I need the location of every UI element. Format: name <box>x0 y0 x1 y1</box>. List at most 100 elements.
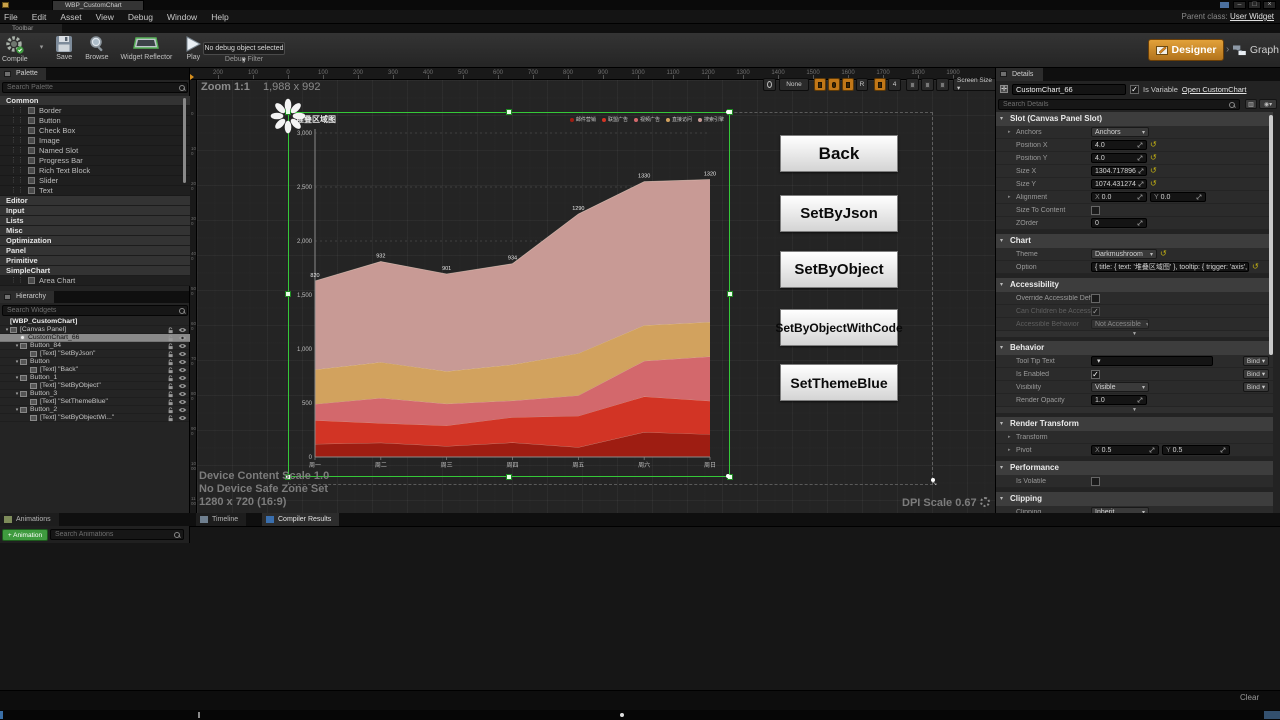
menu-help[interactable]: Help <box>211 12 228 22</box>
palette-item-image[interactable]: ⋮⋮Image <box>0 136 190 146</box>
revert-to-default-icon[interactable]: ↺ <box>1160 250 1167 258</box>
palette-section-common[interactable]: Common <box>0 96 190 106</box>
browse-button[interactable]: Browse <box>85 35 108 61</box>
lock-icon[interactable] <box>168 343 174 350</box>
eye-icon[interactable] <box>178 407 187 413</box>
palette-section-optimization[interactable]: Optimization <box>0 236 190 246</box>
palette-item-rich-text-block[interactable]: ⋮⋮Rich Text Block <box>0 166 190 176</box>
revert-to-default-icon[interactable]: ↺ <box>1150 180 1157 188</box>
hierarchy-row--text-back-[interactable]: [Text] "Back" <box>0 366 190 374</box>
hierarchy-row-button-84[interactable]: ▾Button_84 <box>0 342 190 350</box>
menu-file[interactable]: File <box>4 12 18 22</box>
palette-item-progress-bar[interactable]: ⋮⋮Progress Bar <box>0 156 190 166</box>
taskbar-item[interactable] <box>620 713 624 717</box>
eye-icon[interactable] <box>178 359 187 365</box>
animations-search-input[interactable] <box>50 529 184 540</box>
hierarchy-row--wbp-customchart-[interactable]: [WBP_CustomChart] <box>0 318 190 326</box>
canvas-button-back[interactable]: Back <box>780 135 898 172</box>
open-customchart-link[interactable]: Open CustomChart <box>1182 85 1247 94</box>
lock-icon[interactable] <box>168 359 174 366</box>
designer-mode-button[interactable]: Designer <box>1148 39 1224 61</box>
section-header[interactable]: Render Transform <box>996 417 1273 431</box>
spin-handle-icon[interactable] <box>1137 397 1143 403</box>
designer-canvas[interactable]: 2001000100200300400500600700800900100011… <box>190 68 995 513</box>
value-field[interactable]: Y0.0 <box>1150 192 1206 202</box>
expand-arrow-icon[interactable]: ▸ <box>1008 129 1011 135</box>
eye-icon[interactable] <box>178 351 187 357</box>
lock-icon[interactable] <box>168 415 174 422</box>
checkbox[interactable] <box>1091 294 1100 303</box>
palette-section-simplechart[interactable]: SimpleChart <box>0 266 190 276</box>
palette-search-input[interactable] <box>2 82 188 93</box>
details-tab[interactable]: Details <box>996 68 1043 81</box>
lock-icon[interactable] <box>168 335 174 342</box>
hierarchy-row-customchart-66[interactable]: CustomChart_66 <box>0 334 190 342</box>
section-header[interactable]: Slot (Canvas Panel Slot) <box>996 112 1273 126</box>
spin-handle-icon[interactable] <box>1137 220 1143 226</box>
canvas-button-setbyobjectwithcode[interactable]: SetByObjectWithCode <box>780 309 898 346</box>
value-field[interactable]: ▾ <box>1091 356 1213 366</box>
parent-class-link[interactable]: User Widget <box>1230 12 1274 21</box>
spin-handle-icon[interactable] <box>1137 142 1143 148</box>
palette-section-primitive[interactable]: Primitive <box>0 256 190 266</box>
debug-object-dropdown[interactable]: No debug object selected ▾ <box>203 42 285 55</box>
palette-item-text[interactable]: ⋮⋮Text <box>0 186 190 196</box>
canvas-button-setthemeblue[interactable]: SetThemeBlue <box>780 364 898 401</box>
value-field[interactable]: X0.0 <box>1091 192 1147 202</box>
minimize-button[interactable]: – <box>1233 1 1246 9</box>
menu-debug[interactable]: Debug <box>128 12 153 22</box>
hierarchy-row--text-setbyjson-[interactable]: [Text] "SetByJson" <box>0 350 190 358</box>
section-header[interactable]: Accessibility <box>996 278 1273 292</box>
value-field[interactable]: Darkmushroom▾ <box>1091 249 1157 259</box>
eye-icon[interactable] <box>178 335 187 341</box>
palette-item-border[interactable]: ⋮⋮Border <box>0 106 190 116</box>
lock-icon[interactable] <box>168 327 174 334</box>
checkbox[interactable] <box>1091 477 1100 486</box>
hierarchy-search-input[interactable] <box>2 305 188 316</box>
lock-icon[interactable] <box>168 391 174 398</box>
hierarchy-row-button[interactable]: ▾Button <box>0 358 190 366</box>
expand-arrow-icon[interactable]: ▸ <box>1008 447 1011 453</box>
spin-handle-icon[interactable] <box>1196 194 1202 200</box>
hierarchy-row--text-setbyobject-[interactable]: [Text] "SetByObject" <box>0 382 190 390</box>
is-variable-checkbox[interactable]: ✓ <box>1130 85 1139 94</box>
bind-button[interactable]: Bind▾ <box>1243 369 1269 379</box>
hierarchy-tab[interactable]: Hierarchy <box>0 291 54 303</box>
revert-to-default-icon[interactable]: ↺ <box>1150 141 1157 149</box>
palette-section-panel[interactable]: Panel <box>0 246 190 256</box>
menu-window[interactable]: Window <box>167 12 197 22</box>
menu-view[interactable]: View <box>96 12 114 22</box>
view-options-button[interactable]: ◉▾ <box>1259 99 1277 109</box>
palette-section-misc[interactable]: Misc <box>0 226 190 236</box>
add-animation-button[interactable]: + Animation <box>2 529 48 541</box>
lock-icon[interactable] <box>168 351 174 358</box>
eye-icon[interactable] <box>178 383 187 389</box>
bind-button[interactable]: Bind▾ <box>1243 382 1269 392</box>
spin-handle-icon[interactable] <box>1138 168 1144 174</box>
palette-item-button[interactable]: ⋮⋮Button <box>0 116 190 126</box>
canvas-button-setbyjson[interactable]: SetByJson <box>780 195 898 232</box>
checkbox[interactable] <box>1091 206 1100 215</box>
hierarchy-row-button-2[interactable]: ▾Button_2 <box>0 406 190 414</box>
lock-icon[interactable] <box>168 399 174 406</box>
graph-mode-button[interactable]: Graph <box>1233 41 1279 59</box>
revert-to-default-icon[interactable]: ↺ <box>1252 263 1259 271</box>
spin-handle-icon[interactable] <box>1137 194 1143 200</box>
lock-icon[interactable] <box>168 375 174 382</box>
value-field[interactable]: Visible▾ <box>1091 382 1149 392</box>
revert-to-default-icon[interactable]: ↺ <box>1150 154 1157 162</box>
expand-arrow-icon[interactable]: ▸ <box>1008 434 1011 440</box>
expand-arrow-icon[interactable]: ▸ <box>1008 194 1011 200</box>
widget-reflector-button[interactable]: Widget Reflector <box>121 35 173 61</box>
palette-item-named-slot[interactable]: ⋮⋮Named Slot <box>0 146 190 156</box>
lock-icon[interactable] <box>168 367 174 374</box>
details-scrollbar[interactable] <box>1269 115 1273 355</box>
value-field[interactable]: 1074.431274 <box>1091 179 1147 189</box>
value-field[interactable]: 1304.717896 <box>1091 166 1147 176</box>
value-field[interactable]: Not Accessible▾ <box>1091 319 1149 329</box>
toolbar-tab[interactable]: Toolbar <box>0 24 62 33</box>
hierarchy-row--text-setbyobjectwi-[interactable]: [Text] "SetByObjectWi..." <box>0 414 190 422</box>
taskbar-item[interactable] <box>1264 711 1280 719</box>
section-header[interactable]: Performance <box>996 461 1273 475</box>
canvas-button-setbyobject[interactable]: SetByObject <box>780 251 898 288</box>
